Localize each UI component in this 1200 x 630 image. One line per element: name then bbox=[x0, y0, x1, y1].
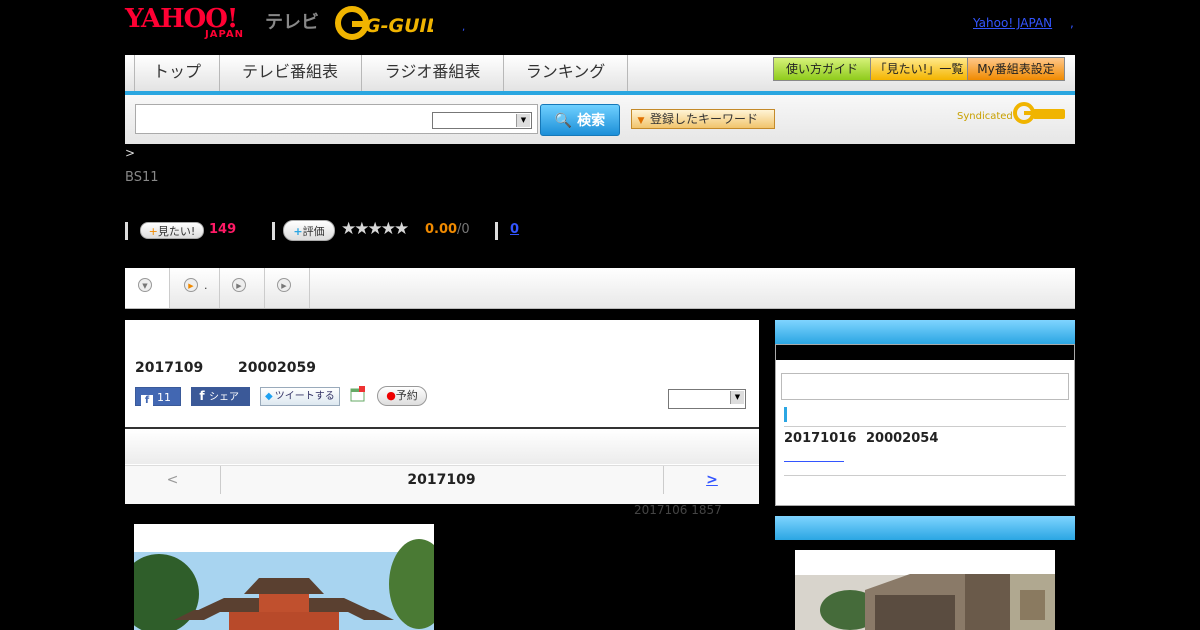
triangle-down-icon: ▼ bbox=[637, 116, 645, 126]
rating-button[interactable]: +評価 bbox=[283, 220, 335, 241]
mitai-button-label: 見たい! bbox=[157, 225, 196, 238]
divider bbox=[272, 222, 275, 240]
search-button-label: 検索 bbox=[577, 113, 606, 129]
facebook-icon: f bbox=[199, 389, 205, 403]
calendar-add-icon[interactable] bbox=[350, 386, 366, 403]
play-icon: ▶ bbox=[232, 278, 246, 292]
divider bbox=[495, 222, 498, 240]
facebook-icon: f bbox=[141, 395, 153, 407]
side-header-1 bbox=[775, 320, 1075, 344]
rating-button-label: 評価 bbox=[302, 225, 325, 238]
header-dot: , bbox=[462, 22, 466, 33]
reservation-label: 予約 bbox=[395, 389, 418, 402]
program-detail-panel: 2017109 20002059 f 11 f シェア ◆ ツイートする ●予約 ▼ … bbox=[125, 320, 759, 504]
content-tab-strip: ▼ ▶ . ▶ ▶ bbox=[125, 268, 1075, 309]
tv-label: テレビ bbox=[265, 12, 319, 33]
my-schedule-settings-button[interactable]: My番組表設定 bbox=[967, 57, 1065, 81]
divider bbox=[784, 475, 1066, 476]
record-icon: ● bbox=[386, 389, 396, 402]
registered-keywords-label: 登録したキーワード bbox=[650, 112, 759, 126]
side-search-input[interactable] bbox=[781, 373, 1069, 400]
comment-count-link[interactable]: 0 bbox=[510, 222, 519, 237]
channel-name: BS11 bbox=[125, 170, 159, 185]
divider bbox=[125, 427, 759, 429]
pager-next-button[interactable]: > bbox=[663, 466, 760, 494]
street-image bbox=[795, 550, 1055, 630]
rating-score: 0.00 bbox=[425, 222, 458, 237]
search-bar: ▼ 🔍 検索 ▼ 登録したキーワード Syndicated bbox=[125, 95, 1075, 144]
tab-3[interactable]: ▶ bbox=[220, 268, 265, 308]
play-icon: ▶ bbox=[277, 278, 291, 292]
reservation-button[interactable]: ●予約 bbox=[377, 386, 427, 406]
divider bbox=[125, 222, 128, 240]
mitai-count: 149 bbox=[209, 222, 237, 237]
chevron-down-icon: ▼ bbox=[730, 391, 744, 404]
search-category-select[interactable]: ▼ bbox=[432, 112, 532, 129]
temple-image bbox=[134, 524, 434, 630]
registered-keywords-button[interactable]: ▼ 登録したキーワード bbox=[631, 109, 775, 129]
side-program-link[interactable] bbox=[784, 447, 844, 462]
program-date: 2017109 bbox=[135, 360, 204, 376]
tweet-button[interactable]: ◆ ツイートする bbox=[260, 387, 340, 406]
nav-tab-radio-schedule[interactable]: ラジオ番組表 bbox=[362, 55, 504, 91]
nav-tab-top[interactable]: トップ bbox=[134, 55, 220, 91]
play-icon: ▶ bbox=[184, 278, 198, 292]
guide-button[interactable]: 使い方ガイド bbox=[773, 57, 871, 81]
search-icon: 🔍 bbox=[554, 113, 573, 129]
program-image bbox=[134, 524, 434, 630]
side-section-marker bbox=[784, 407, 787, 422]
divider bbox=[784, 426, 1066, 427]
yahoo-japan-link[interactable]: Yahoo! JAPAN bbox=[973, 16, 1052, 30]
side-image-panel bbox=[775, 540, 1075, 630]
side-program-date: 20171016 bbox=[784, 431, 857, 446]
tab-1[interactable]: ▼ bbox=[125, 268, 170, 308]
nav-tab-ranking[interactable]: ランキング bbox=[504, 55, 628, 91]
mitai-button[interactable]: +見たい! bbox=[140, 222, 204, 239]
plus-icon: + bbox=[148, 225, 158, 238]
facebook-share-label: シェア bbox=[209, 392, 239, 403]
rating-stars: ★★★★★ bbox=[341, 219, 409, 239]
gguide-logo[interactable]: G-GUIDE bbox=[335, 6, 433, 40]
side-header-2 bbox=[775, 516, 1075, 540]
twitter-bird-icon: ◆ bbox=[265, 391, 273, 402]
side-image bbox=[795, 550, 1055, 630]
pager-prev-button[interactable]: < bbox=[125, 466, 221, 494]
gguide-logo-text: G-GUIDE bbox=[365, 15, 433, 37]
tab-2[interactable]: ▶ . bbox=[170, 268, 220, 308]
tab-4[interactable]: ▶ bbox=[265, 268, 310, 308]
program-id: 20002059 bbox=[238, 360, 316, 376]
sub-header-bar bbox=[125, 430, 759, 464]
facebook-like-button[interactable]: f 11 bbox=[135, 387, 181, 407]
link-separator: , bbox=[1070, 16, 1074, 30]
plus-icon: + bbox=[293, 225, 303, 238]
facebook-share-button[interactable]: f シェア bbox=[191, 387, 250, 406]
facebook-like-count: 11 bbox=[157, 391, 171, 404]
option-select[interactable]: ▼ bbox=[668, 389, 746, 409]
side-program-id: 20002054 bbox=[866, 431, 939, 446]
chevron-down-icon: ▼ bbox=[516, 114, 530, 127]
date-pager: < 2017109 > bbox=[125, 465, 759, 504]
chevron-down-icon: ▼ bbox=[138, 278, 152, 292]
mitai-list-button[interactable]: 「見たい!」一覧 bbox=[870, 57, 968, 81]
rating-count: /0 bbox=[457, 222, 470, 237]
pager-current-date: 2017109 bbox=[407, 472, 476, 488]
main-nav: トップ テレビ番組表 ラジオ番組表 ランキング 使い方ガイド 「見たい!」一覧 … bbox=[125, 55, 1075, 95]
search-button[interactable]: 🔍 検索 bbox=[540, 104, 620, 136]
side-dark-bar bbox=[776, 345, 1074, 360]
updated-date: 2017106 1857 bbox=[634, 503, 722, 517]
gguide-small-logo bbox=[1013, 102, 1065, 124]
tab-2-label: . bbox=[204, 279, 208, 292]
nav-tab-tv-schedule[interactable]: テレビ番組表 bbox=[219, 55, 362, 91]
tweet-label: ツイートする bbox=[274, 391, 335, 402]
yahoo-japan-sublogo: JAPAN bbox=[205, 29, 244, 40]
breadcrumb[interactable]: > bbox=[125, 146, 135, 160]
syndicated-label: Syndicated bbox=[957, 111, 1013, 122]
side-panel: 20171016 20002054 bbox=[775, 344, 1075, 506]
